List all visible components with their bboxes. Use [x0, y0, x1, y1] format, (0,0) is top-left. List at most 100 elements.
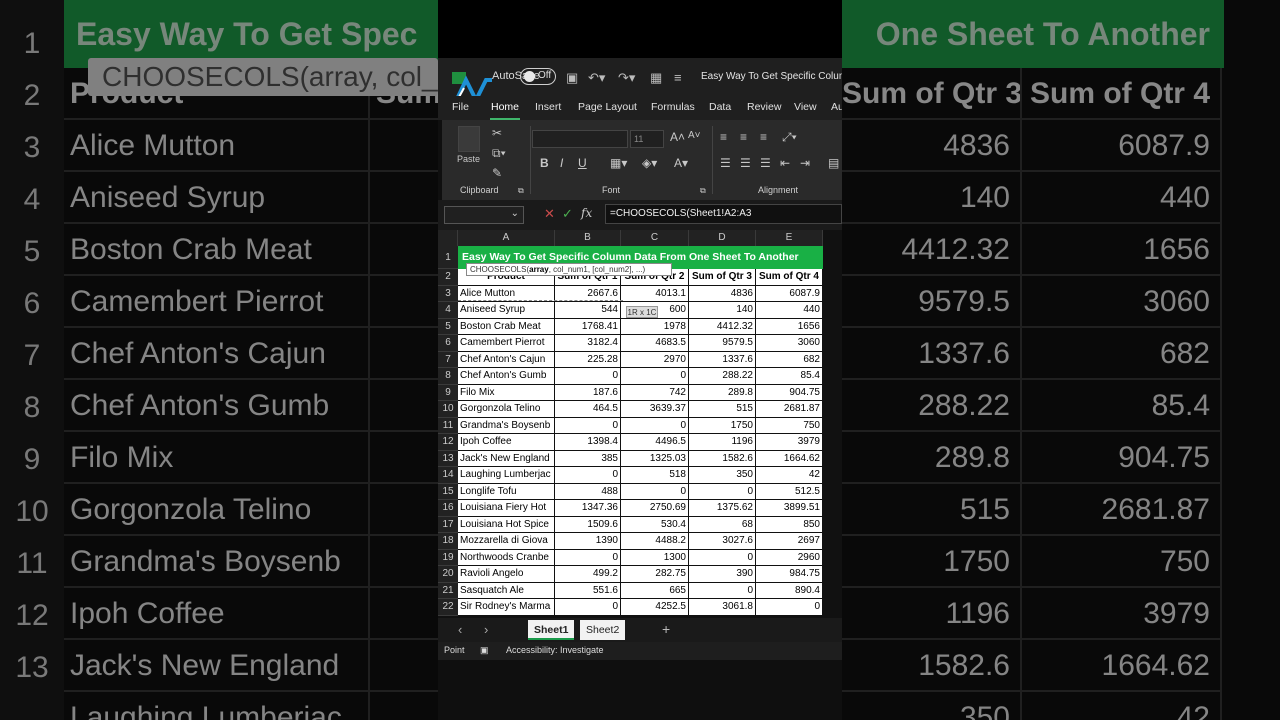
table-cell[interactable]: 187.6 — [555, 384, 621, 401]
table-cell[interactable]: 904.75 — [756, 384, 823, 401]
table-cell[interactable]: 4013.1 — [621, 285, 689, 302]
column-header-b[interactable]: B — [555, 230, 621, 246]
table-cell[interactable]: 984.75 — [756, 566, 823, 583]
row-header[interactable]: 5 — [438, 318, 458, 335]
row-header[interactable]: 1 — [438, 246, 458, 269]
align-right-icon[interactable]: ☰ — [760, 156, 771, 170]
save-icon[interactable]: ▣ — [566, 70, 578, 86]
table-cell[interactable]: 4252.5 — [621, 599, 689, 616]
table-cell[interactable]: 0 — [621, 368, 689, 385]
select-all-corner[interactable] — [438, 230, 458, 246]
table-cell[interactable]: Ipoh Coffee — [458, 434, 555, 451]
table-cell[interactable]: 3899.51 — [756, 500, 823, 517]
table-cell[interactable]: 3979 — [756, 434, 823, 451]
table-cell[interactable]: 1390 — [555, 533, 621, 550]
tab-file[interactable]: File — [452, 101, 469, 113]
chevron-left-icon[interactable]: ‹ — [458, 622, 462, 637]
table-cell[interactable]: 1347.36 — [555, 500, 621, 517]
table-cell[interactable]: 0 — [756, 599, 823, 616]
table-cell[interactable]: Ravioli Angelo — [458, 566, 555, 583]
cancel-formula-icon[interactable]: ✕ — [544, 206, 555, 222]
table-cell[interactable]: Gorgonzola Telino — [458, 401, 555, 418]
table-cell[interactable]: Boston Crab Meat — [458, 318, 555, 335]
table-cell[interactable]: 2697 — [756, 533, 823, 550]
table-cell[interactable]: 1325.03 — [621, 450, 689, 467]
tab-sheet1[interactable]: Sheet1 — [528, 620, 575, 640]
table-cell[interactable]: 518 — [621, 467, 689, 484]
row-header[interactable]: 3 — [438, 285, 458, 302]
row-header[interactable]: 14 — [438, 467, 458, 484]
row-header[interactable]: 21 — [438, 582, 458, 599]
table-cell[interactable]: 1375.62 — [689, 500, 756, 517]
table-cell[interactable]: 4488.2 — [621, 533, 689, 550]
table-cell[interactable]: 140 — [689, 302, 756, 319]
table-cell[interactable]: Grandma's Boysenb — [458, 417, 555, 434]
orientation-icon[interactable]: ⤢▾ — [782, 130, 797, 145]
table-cell[interactable]: 1300 — [621, 549, 689, 566]
insert-function-button[interactable]: fx — [581, 206, 592, 220]
formula-input[interactable]: =CHOOSECOLS(Sheet1!A2:A3 — [605, 204, 842, 224]
table-cell[interactable]: 0 — [555, 368, 621, 385]
table-cell[interactable]: 6087.9 — [756, 285, 823, 302]
table-cell[interactable]: Camembert Pierrot — [458, 335, 555, 352]
tab-home[interactable]: Home — [491, 101, 519, 113]
header-cell[interactable]: Sum of Qtr 4 — [756, 269, 823, 286]
accessibility-status[interactable]: Accessibility: Investigate — [506, 645, 604, 655]
table-cell[interactable]: 682 — [756, 351, 823, 368]
table-cell[interactable]: 0 — [555, 549, 621, 566]
table-cell[interactable]: 551.6 — [555, 582, 621, 599]
column-header-a[interactable]: A — [458, 230, 555, 246]
decrease-indent-icon[interactable]: ⇤ — [780, 156, 790, 170]
column-header-d[interactable]: D — [689, 230, 756, 246]
tab-formulas[interactable]: Formulas — [651, 101, 695, 113]
font-name-dropdown[interactable] — [532, 130, 628, 148]
table-cell[interactable]: 515 — [689, 401, 756, 418]
borders-icon[interactable]: ▦▾ — [610, 156, 627, 170]
table-cell[interactable]: 464.5 — [555, 401, 621, 418]
row-header[interactable]: 20 — [438, 566, 458, 583]
table-cell[interactable]: 2750.69 — [621, 500, 689, 517]
table-cell[interactable]: Laughing Lumberjac — [458, 467, 555, 484]
table-cell[interactable]: 0 — [621, 483, 689, 500]
table-cell[interactable]: 530.4 — [621, 516, 689, 533]
table-cell[interactable]: 3639.37 — [621, 401, 689, 418]
table-cell[interactable]: 750 — [756, 417, 823, 434]
table-cell[interactable]: 499.2 — [555, 566, 621, 583]
table-cell[interactable]: 1978 — [621, 318, 689, 335]
align-left-icon[interactable]: ☰ — [720, 156, 731, 170]
row-header[interactable]: 13 — [438, 450, 458, 467]
table-cell[interactable]: 42 — [756, 467, 823, 484]
tab-review[interactable]: Review — [747, 101, 781, 113]
table-cell[interactable]: 1337.6 — [689, 351, 756, 368]
row-header[interactable]: 7 — [438, 351, 458, 368]
table-cell[interactable]: Mozzarella di Giova — [458, 533, 555, 550]
align-center-icon[interactable]: ☰ — [740, 156, 751, 170]
table-cell[interactable]: 85.4 — [756, 368, 823, 385]
header-cell[interactable]: Sum of Qtr 3 — [689, 269, 756, 286]
add-sheet-icon[interactable]: + — [662, 621, 670, 637]
row-header[interactable]: 17 — [438, 516, 458, 533]
table-cell[interactable]: 2960 — [756, 549, 823, 566]
row-header[interactable]: 8 — [438, 368, 458, 385]
table-cell[interactable]: 0 — [555, 417, 621, 434]
table-cell[interactable]: Chef Anton's Gumb — [458, 368, 555, 385]
table-cell[interactable]: 68 — [689, 516, 756, 533]
table-cell[interactable]: 1750 — [689, 417, 756, 434]
table-cell[interactable]: Louisiana Hot Spice — [458, 516, 555, 533]
table-cell[interactable]: 3027.6 — [689, 533, 756, 550]
merge-icon[interactable]: ▤ — [828, 156, 839, 170]
tab-sheet2[interactable]: Sheet2 — [580, 620, 626, 640]
table-cell[interactable]: 2681.87 — [756, 401, 823, 418]
bold-button[interactable]: B — [540, 156, 549, 170]
table-cell[interactable]: 288.22 — [689, 368, 756, 385]
table-cell[interactable]: Northwoods Cranbe — [458, 549, 555, 566]
row-header[interactable]: 11 — [438, 417, 458, 434]
increase-font-icon[interactable]: A˄ — [670, 130, 685, 144]
table-icon[interactable]: ▦ — [650, 70, 662, 86]
tab-au[interactable]: Au — [831, 101, 842, 113]
table-cell[interactable]: 0 — [621, 417, 689, 434]
row-header[interactable]: 6 — [438, 335, 458, 352]
row-header[interactable]: 19 — [438, 549, 458, 566]
customize-qat-icon[interactable]: ≡ — [674, 70, 682, 85]
font-launcher-icon[interactable]: ⧉ — [700, 186, 706, 196]
